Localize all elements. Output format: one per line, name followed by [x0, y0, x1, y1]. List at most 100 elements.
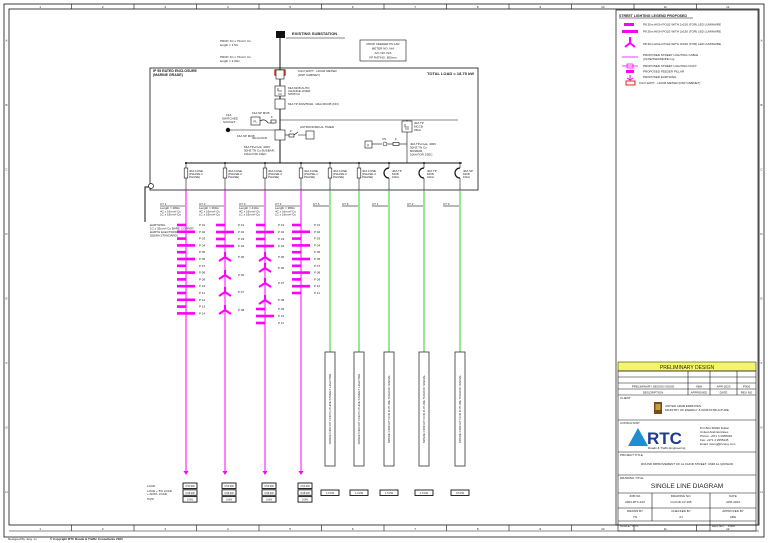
arrow-down-icon [183, 471, 189, 475]
double-luminaire-pole-icon [177, 244, 195, 247]
ruler-row-label: G [5, 425, 8, 429]
mccb-label: 63A TP 400V/50Hz, 10kA MCCB (NO) [288, 102, 339, 106]
spare-circuit: 40A TPMCB10kACT 1SPARE CIRCUIT FOR FUTUR… [372, 162, 402, 496]
ruler-row-label: H [5, 490, 7, 494]
ruler-column-label: 6 [352, 5, 354, 9]
lighting-circuit: 40A FUSE(PHASE-1PHASE)CT 4Length = 380m4… [275, 162, 320, 503]
busbar-node [224, 162, 226, 164]
single-luminaire-pole-icon [216, 237, 225, 241]
pole-label: P 07 [278, 281, 284, 285]
load-value: 0.6% [226, 498, 233, 502]
street-light-pole: P 05 [258, 252, 284, 262]
busbar-node [185, 162, 187, 164]
pole-label: P 06 [199, 257, 205, 261]
drawing-title-label: DRAWING TITLE [620, 476, 643, 480]
meter-sublabel: (DSP CABINET) [298, 73, 320, 77]
client-name: MINISTRY OF ENERGY & INFRASTRUCTURE [665, 408, 729, 412]
pole-label: P 06 [238, 273, 244, 277]
mcb-icon [383, 167, 390, 179]
pole-label: P 03 [314, 237, 320, 241]
legend-label: P8.30m HIGH POLE WITH 3x150 (TOR) LED LU… [643, 42, 721, 46]
timer-fuse-icon [288, 133, 295, 138]
project-title: ROUND IMPROVEMENT OF AL KHOR STREET, UMM… [641, 462, 733, 466]
cable-length: length = 2.00m [220, 59, 240, 63]
ruler-row-label: B [5, 103, 7, 107]
outgoing-circuits: 40A FUSE(PHASE-1PHASE)CT 1Length = 480m4… [160, 162, 473, 503]
pole-label: P 09 [199, 277, 205, 281]
busbar-node [388, 162, 390, 164]
project-title-label: PROJECT TITLE [620, 453, 643, 457]
spare-circuit: 40A FUSE(PHASE-2PHASE)CT 5SPARE CIRCUIT … [313, 162, 347, 496]
socket-label: SOCKET [223, 120, 236, 124]
account-no: A/C NO. N/A [374, 51, 391, 55]
ruler-row-label: D [5, 232, 8, 236]
pole-label: P 05 [278, 255, 284, 259]
fuse-icon [222, 167, 228, 179]
pole-label: P 02 [238, 230, 244, 234]
busbar-label: 10kA FOR 1SEC [410, 153, 433, 157]
pole-label: P 08 [238, 308, 244, 312]
spare-circuit: 40A FUSE(PHASE-3PHASE)CT 6SPARE CIRCUIT … [342, 162, 376, 496]
ruler-row-label: G [760, 425, 763, 429]
single-luminaire-pole-icon [216, 223, 225, 227]
client-label: CLIENT [620, 396, 631, 400]
load-value: 3.68 kW [224, 491, 234, 495]
pole-label: P 04 [238, 244, 244, 248]
pole-label: P 04 [278, 244, 284, 248]
ruler-row-label: C [760, 167, 763, 171]
spare-circuit-label: SPARE CIRCUIT FOR FUTURE STREET LIGHTING [357, 373, 361, 444]
double-luminaire-pole-icon [177, 230, 195, 234]
fuse-icon [298, 167, 304, 179]
revision-header: APPROVED [691, 391, 709, 395]
revision-date: APR-2023 [717, 385, 731, 389]
legend-label: PROPOSED EARTHING [643, 75, 677, 79]
load-value: 3.50 kW [185, 484, 195, 488]
street-light-pole: P 07 [177, 264, 205, 268]
circuit-id: CT 3 [443, 202, 450, 206]
ruler-row-label: A [760, 38, 762, 42]
pole-label: P 01 [314, 223, 320, 227]
double-luminaire-pole-icon [216, 230, 234, 234]
street-light-pole: P 02 [292, 230, 320, 234]
mccb-icon [274, 98, 286, 110]
ruler-column-label: 7 [414, 5, 416, 9]
approved-by-label: APPROVED BY [722, 509, 744, 513]
single-luminaire-pole-icon [292, 278, 301, 281]
pole-label: P 01 [238, 223, 244, 227]
street-light-pole: P 14 [177, 311, 205, 315]
drawing-no: CLOUD-LP-105 [670, 500, 692, 504]
street-light-pole: P 11 [177, 291, 205, 295]
street-light-pole: P 03 [292, 237, 320, 241]
street-light-pole: P 10 [177, 284, 205, 288]
ruler-column-label: 11 [664, 527, 667, 531]
street-light-pole: P 09 [256, 307, 284, 311]
kwh-meter-legend-icon [625, 80, 636, 86]
circuit-id: CT 6 [342, 202, 349, 206]
busbar-node [300, 162, 302, 164]
double-luminaire-pole-icon [292, 284, 310, 288]
title-block: PRELIMINARY DESIGN PRELIMINARY DESIGN IS… [617, 361, 757, 532]
auto-changeover-switch-icon [275, 69, 285, 80]
load-adjusted-label: + ADD'L LOAD [147, 492, 168, 496]
photocell-label: PL [254, 120, 258, 124]
cable-length: length = 1.5m [220, 43, 239, 47]
checked-by-label: CHECKED BY [671, 509, 691, 513]
date-label: DATE [729, 494, 737, 498]
checked-by: AJ [679, 515, 683, 519]
total-load: TOTAL LOAD = 18.75 kW [427, 71, 474, 76]
pole-label: P 04 [199, 243, 205, 247]
scale: SCALE : NTS [620, 524, 638, 528]
single-luminaire-pole-icon [177, 278, 186, 281]
pole-label: P 06 [278, 266, 284, 270]
ruler-row-label: H [760, 490, 762, 494]
feeder-pillar-legend-icon [626, 70, 634, 73]
cable-spec: 1C x 16mm² Cu [275, 213, 296, 217]
pole-label: P 03 [278, 237, 284, 241]
fuse-icon [183, 167, 189, 179]
arrow-down-icon [298, 471, 304, 475]
revision-number: P000 [743, 385, 750, 389]
date: APR-2023 [726, 500, 740, 504]
client-emblem-icon [654, 402, 662, 414]
drawn-by-label: DRAWN BY [627, 509, 643, 513]
load-value: 1.5 kW [385, 491, 394, 495]
